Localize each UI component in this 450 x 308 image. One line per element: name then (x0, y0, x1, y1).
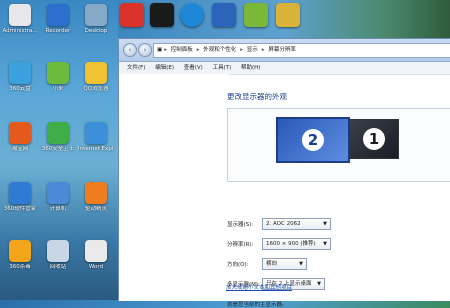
recorder-icon (47, 4, 69, 26)
xiaomi-icon (47, 62, 69, 84)
left-pane (119, 74, 229, 301)
desktop-icon-label: 小米 (52, 86, 64, 92)
desktop-icon[interactable]: Recorder (40, 4, 76, 35)
display-value: 2. AOC 2062 (266, 221, 301, 227)
penguin-icon[interactable] (150, 3, 174, 27)
desktop-icon-label: 360云盘 (9, 86, 31, 92)
desktop-icon[interactable]: 小米 (40, 62, 76, 93)
text-size-link[interactable]: 放大或缩小文本和其他项目 (226, 283, 292, 291)
menu-tools[interactable]: 工具(T) (213, 65, 232, 71)
desktop-icon[interactable]: Desktop (78, 4, 114, 35)
user-folder-icon (9, 4, 31, 26)
chevron-down-icon: ▼ (323, 241, 327, 247)
cloud-drive-icon (9, 62, 31, 84)
desktop-icon[interactable]: 360安全卫士 (40, 122, 76, 153)
breadcrumb-screen-resolution[interactable]: 屏幕分辨率 (268, 47, 296, 53)
back-button[interactable]: ‹ (123, 43, 137, 57)
orientation-label: 方向(O): (227, 262, 249, 268)
orientation-value: 横向 (266, 261, 278, 267)
resolution-label: 分辨率(R): (227, 242, 254, 248)
desktop-icon-label: QQ浏览器 (83, 86, 109, 92)
display-select[interactable]: 2. AOC 2062 ▼ (262, 218, 331, 230)
desktop-icon-label: 360软件管家 (3, 206, 37, 212)
forward-button[interactable]: › (138, 43, 152, 57)
desktop-icon[interactable]: 驱动精灵 (78, 182, 114, 213)
chevron-down-icon: ▼ (317, 281, 321, 287)
computer-icon (47, 182, 69, 204)
desktop-icon[interactable]: 360杀毒 (2, 240, 38, 271)
desktop-icon-label: Recorder (45, 28, 71, 34)
desktop-icon-label: 360安全卫士 (41, 146, 75, 152)
menu-view[interactable]: 查看(V) (184, 65, 203, 71)
desktop-icon-label: 回收站 (49, 264, 67, 270)
main-display-note: 这是您当前的主显示器。 (227, 302, 288, 308)
desktop-icon[interactable]: 回收站 (40, 240, 76, 271)
desktop-icon-label: 360杀毒 (9, 264, 31, 270)
breadcrumb-appearance[interactable]: 外观和个性化 (203, 47, 236, 53)
chevron-down-icon: ▼ (323, 221, 327, 227)
display-label: 显示器(S): (227, 222, 254, 228)
breadcrumb-control-panel[interactable]: 控制面板 (171, 47, 193, 53)
desktop-shortcut-icon (85, 4, 107, 26)
desktop-icon-label: 驱动精灵 (84, 206, 107, 212)
monitor-2-icon[interactable]: 2 (276, 117, 350, 163)
desktop-icon[interactable]: Administra... (2, 4, 38, 35)
desktop-icon-label: Administra... (2, 28, 38, 34)
monitor-preview: 2 1 (227, 108, 450, 182)
folder-icon[interactable] (276, 3, 300, 27)
display-settings-panel: 更改显示器的外观 2 1 显示器(S): 2. AOC 2062 ▼ 分辨率(R)… (227, 74, 450, 308)
software-manager-icon (9, 182, 31, 204)
security-guard-icon (47, 122, 69, 144)
address-bar[interactable]: ▣ ▸ 控制面板 ▸ 外观和个性化 ▸ 显示 ▸ 屏幕分辨率 (153, 43, 450, 58)
word-icon (85, 240, 107, 262)
monitor-number: 2 (302, 129, 324, 151)
s-icon[interactable] (180, 3, 204, 27)
resolution-select[interactable]: 1600 × 900 (推荐) ▼ (262, 238, 331, 250)
desktop-icon-label: 淘宝网 (11, 146, 29, 152)
orientation-select[interactable]: 横向 ▼ (262, 258, 307, 270)
desktop-icon[interactable]: 360云盘 (2, 62, 38, 93)
desktop-icon-label: Internet Explorer (78, 146, 114, 152)
monitor-1-icon[interactable]: 1 (349, 119, 399, 159)
menu-help[interactable]: 帮助(H) (241, 65, 260, 71)
recycle-bin-icon (47, 240, 69, 262)
desktop-icon[interactable]: 360软件管家 (2, 182, 38, 213)
colorful-app-icon[interactable] (244, 3, 268, 27)
desktop-icon[interactable]: Word (78, 240, 114, 271)
screen-resolution-window: ‹ › ▣ ▸ 控制面板 ▸ 外观和个性化 ▸ 显示 ▸ 屏幕分辨率 文件(F) 编辑(… (118, 38, 450, 308)
address-computer-icon: ▣ (157, 47, 163, 53)
desktop-icon-label: 计算机 (49, 206, 67, 212)
desktop-icon-label: Desktop (84, 28, 108, 34)
page-title: 更改显示器的外观 (227, 92, 287, 101)
desktop-icon[interactable]: 计算机 (40, 182, 76, 213)
desktop-icon[interactable]: Internet Explorer (78, 122, 114, 153)
antivirus-icon (9, 240, 31, 262)
c3-icon[interactable] (212, 3, 236, 27)
monitor-number: 1 (363, 128, 385, 150)
desktop-icon-label: Word (88, 264, 104, 270)
driver-genius-icon (85, 182, 107, 204)
breadcrumb-display[interactable]: 显示 (247, 47, 258, 53)
taobao-icon (9, 122, 31, 144)
menu-edit[interactable]: 编辑(E) (155, 65, 174, 71)
internet-explorer-icon (85, 122, 107, 144)
window-titlebar: ‹ › ▣ ▸ 控制面板 ▸ 外观和个性化 ▸ 显示 ▸ 屏幕分辨率 (119, 39, 450, 62)
app-shortcut-icon[interactable] (120, 3, 144, 27)
chevron-down-icon: ▼ (299, 261, 303, 267)
resolution-value: 1600 × 900 (推荐) (266, 241, 316, 247)
menu-file[interactable]: 文件(F) (127, 65, 145, 71)
desktop-icon[interactable]: QQ浏览器 (78, 62, 114, 93)
desktop-icon[interactable]: 淘宝网 (2, 122, 38, 153)
qq-browser-icon (85, 62, 107, 84)
